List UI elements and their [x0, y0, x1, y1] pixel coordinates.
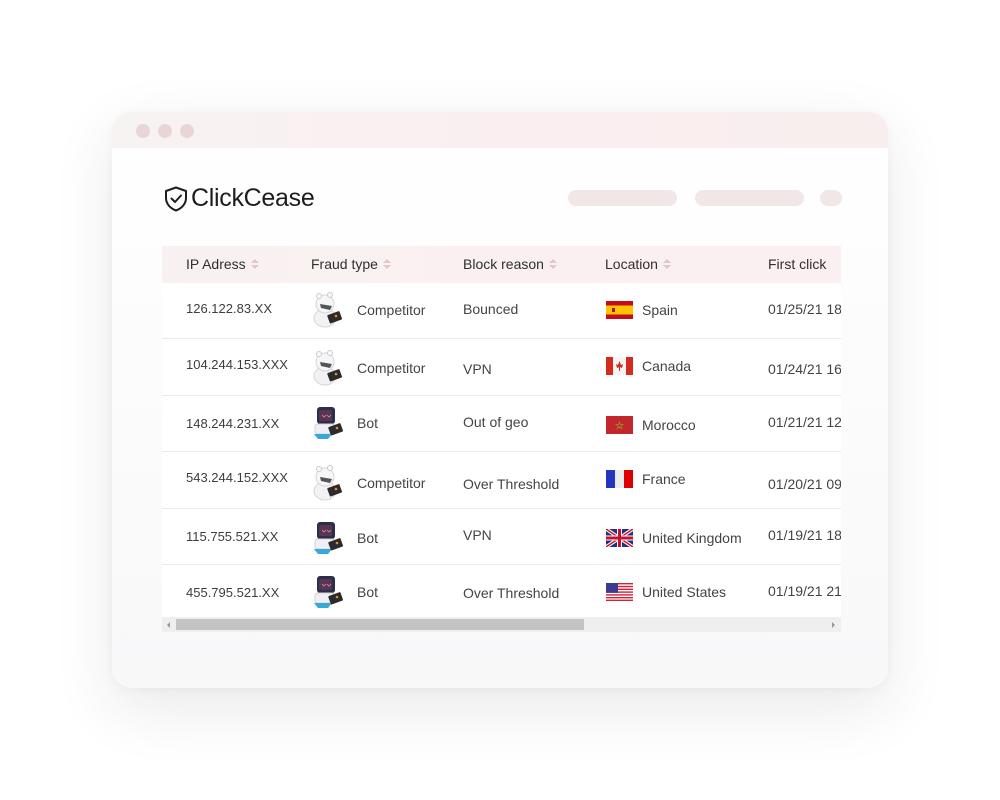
location: France: [606, 470, 686, 488]
ip-address: 126.122.83.XX: [186, 301, 273, 316]
ip-address: 104.244.153.XXX: [186, 357, 288, 372]
first-click: 01/25/21 18: [768, 301, 841, 317]
location: Morocco: [606, 416, 696, 434]
location: Spain: [606, 301, 678, 319]
window-titlebar: [112, 112, 888, 148]
column-label: First click: [768, 256, 827, 272]
location: United States: [606, 583, 726, 601]
location-label: Canada: [642, 358, 692, 374]
nav-placeholder-3[interactable]: [820, 190, 842, 206]
first-click: 01/19/21 21:: [768, 583, 841, 599]
ip-address: 455.795.521.XX: [186, 585, 280, 600]
table-row[interactable]: 115.755.521.XX Bot VPN United Kingdom 01…: [162, 509, 841, 565]
location-label: France: [642, 471, 686, 487]
ip-address: 148.244.231.XX: [186, 416, 280, 431]
block-reason: VPN: [463, 527, 492, 543]
table-row[interactable]: 148.244.231.XX Bot Out of geo Morocco 01…: [162, 396, 841, 452]
block-reason: Over Threshold: [463, 476, 560, 492]
block-reason: Out of geo: [463, 414, 529, 430]
column-label: Block reason: [463, 256, 544, 272]
block-reason: Bounced: [463, 301, 519, 317]
table-row[interactable]: 104.244.153.XXX Competitor VPN Canada 01…: [162, 339, 841, 396]
column-label: Fraud type: [311, 256, 378, 272]
first-click: 01/24/21 16: [768, 361, 841, 377]
bot-icon: [308, 573, 346, 611]
column-header-location[interactable]: Location: [605, 256, 671, 272]
fraud-type-label: Competitor: [357, 360, 426, 376]
fraud-type-label: Bot: [357, 530, 379, 546]
horizontal-scrollbar[interactable]: [162, 617, 841, 632]
sort-icon[interactable]: [250, 259, 259, 269]
nav-placeholder-2[interactable]: [695, 190, 804, 206]
competitor-icon: [308, 349, 346, 387]
window-maximize-button[interactable]: [180, 124, 194, 138]
first-click: 01/20/21 09: [768, 476, 841, 492]
bot-icon: [308, 404, 346, 442]
location-label: Spain: [642, 302, 678, 318]
table-row[interactable]: 543.244.152.XXX Competitor Over Threshol…: [162, 452, 841, 509]
fraud-type: Bot: [308, 573, 378, 611]
france-flag-icon: [606, 470, 633, 488]
fraud-type: Bot: [308, 404, 378, 442]
fraud-type-label: Competitor: [357, 302, 426, 318]
fraud-type: Competitor: [308, 349, 425, 387]
column-header-block-reason[interactable]: Block reason: [463, 256, 557, 272]
bot-icon: [308, 519, 346, 557]
first-click: 01/21/21 12:: [768, 414, 841, 430]
fraud-type: Bot: [308, 519, 378, 557]
browser-window: ClickCease IP Adress Fraud type Block re…: [112, 112, 888, 688]
table-header: IP Adress Fraud type Block reason Locati…: [162, 246, 841, 283]
canada-flag-icon: [606, 357, 633, 375]
fraud-type: Competitor: [308, 291, 425, 329]
location: United Kingdom: [606, 529, 742, 547]
window-minimize-button[interactable]: [158, 124, 172, 138]
scrollbar-thumb[interactable]: [176, 619, 584, 630]
column-header-ip[interactable]: IP Adress: [186, 256, 259, 272]
spain-flag-icon: [606, 301, 633, 319]
column-label: IP Adress: [186, 256, 246, 272]
uk-flag-icon: [606, 529, 633, 547]
fraud-type-label: Bot: [357, 584, 379, 600]
nav-placeholder-1[interactable]: [568, 190, 677, 206]
table-row[interactable]: 455.795.521.XX Bot Over Threshold United…: [162, 565, 841, 620]
location-label: United States: [642, 584, 727, 600]
brand-logo[interactable]: ClickCease: [164, 184, 315, 213]
competitor-icon: [308, 291, 346, 329]
fraud-type-label: Bot: [357, 415, 379, 431]
window-close-button[interactable]: [136, 124, 150, 138]
scroll-right-icon[interactable]: [832, 622, 835, 628]
fraud-table: IP Adress Fraud type Block reason Locati…: [162, 246, 841, 632]
us-flag-icon: [606, 583, 633, 601]
ip-address: 115.755.521.XX: [186, 529, 279, 544]
fraud-type-label: Competitor: [357, 475, 426, 491]
column-header-fraud-type[interactable]: Fraud type: [311, 256, 391, 272]
shield-check-icon: [165, 186, 187, 211]
sort-icon[interactable]: [382, 259, 391, 269]
ip-address: 543.244.152.XXX: [186, 470, 288, 485]
block-reason: VPN: [463, 361, 492, 377]
table-row[interactable]: 126.122.83.XX Competitor Bounced Spain 0…: [162, 283, 841, 339]
sort-icon[interactable]: [548, 259, 557, 269]
location: Canada: [606, 357, 691, 375]
sort-icon[interactable]: [662, 259, 671, 269]
table-body: 126.122.83.XX Competitor Bounced Spain 0…: [162, 283, 841, 620]
location-label: United Kingdom: [642, 530, 742, 546]
block-reason: Over Threshold: [463, 585, 560, 601]
competitor-icon: [308, 464, 346, 502]
first-click: 01/19/21 18:: [768, 527, 841, 543]
scroll-left-icon[interactable]: [167, 622, 170, 628]
column-header-first-click[interactable]: First click: [768, 256, 826, 272]
column-label: Location: [605, 256, 658, 272]
fraud-type: Competitor: [308, 464, 425, 502]
brand-name: ClickCease: [191, 184, 315, 212]
morocco-flag-icon: [606, 416, 633, 434]
location-label: Morocco: [642, 417, 696, 433]
